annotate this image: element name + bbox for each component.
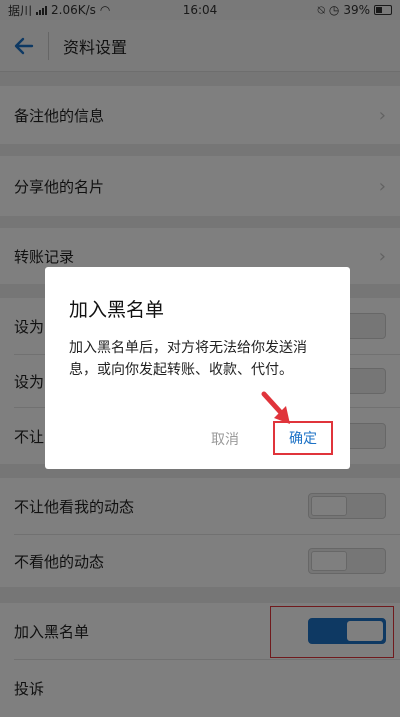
annotation-arrow-icon <box>261 391 290 424</box>
confirm-label: 确定 <box>289 431 317 447</box>
dialog-title: 加入黑名单 <box>69 299 165 321</box>
blacklist-dialog: 加入黑名单 加入黑名单后，对方将无法给你发送消息，或向你发起转账、收款、代付。 … <box>45 267 350 469</box>
dialog-message: 加入黑名单后，对方将无法给你发送消息，或向你发起转账、收款、代付。 <box>69 340 307 378</box>
cancel-button[interactable]: 取消 <box>211 429 239 449</box>
